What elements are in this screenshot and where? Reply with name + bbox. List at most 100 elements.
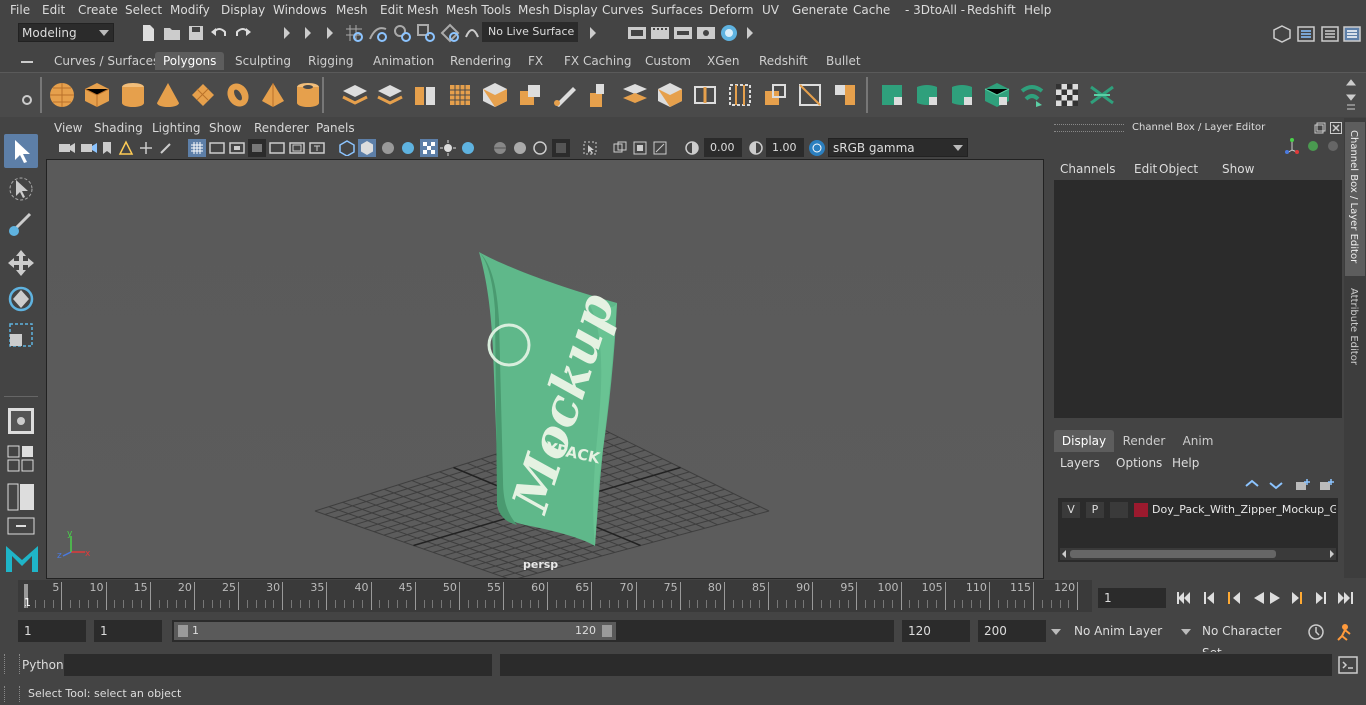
bridge-icon[interactable]: [516, 81, 544, 109]
collapse-arrow-icon[interactable]: [745, 24, 755, 42]
shelf-tab-polygons[interactable]: Polygons: [155, 52, 225, 70]
range-end-grip[interactable]: [602, 625, 612, 637]
layer-menu-options[interactable]: Options: [1116, 456, 1162, 470]
auto-key-icon[interactable]: [1306, 622, 1326, 642]
channel-box-menu-object[interactable]: Object: [1159, 162, 1198, 176]
channel-box-area[interactable]: [1054, 180, 1342, 418]
gamma-field[interactable]: 1.00: [766, 138, 804, 157]
collapse-arrow-icon[interactable]: [588, 24, 598, 42]
mode-dropdown[interactable]: Modeling: [18, 23, 114, 42]
float-panel-icon[interactable]: [1314, 122, 1326, 134]
tool-settings-toggle-icon[interactable]: [1320, 24, 1340, 44]
select-camera-icon[interactable]: [58, 140, 76, 156]
four-view-layout-icon[interactable]: [6, 444, 36, 474]
shelf-menu-icon[interactable]: [20, 56, 34, 68]
checker-icon[interactable]: [1053, 81, 1081, 109]
layer-row[interactable]: V P Doy_Pack_With_Zipper_Mockup_Green: [1060, 500, 1336, 520]
move-tool-icon[interactable]: [6, 248, 36, 278]
shelf-tab-redshift[interactable]: Redshift: [751, 52, 816, 70]
viewport-menu-view[interactable]: View: [54, 121, 82, 135]
menu-help[interactable]: Help: [1024, 3, 1051, 17]
attribute-editor-toggle-icon[interactable]: [1296, 24, 1316, 44]
use-default-material-icon[interactable]: [380, 140, 396, 156]
menu-redshift[interactable]: Redshift: [967, 3, 1016, 17]
script-language-label[interactable]: Python: [22, 658, 64, 672]
snap-grid-icon[interactable]: [344, 23, 364, 43]
shelf-tab-rendering[interactable]: Rendering: [442, 52, 519, 70]
menu-create[interactable]: Create: [78, 3, 118, 17]
menu-windows[interactable]: Windows: [273, 3, 327, 17]
range-start-grip[interactable]: [178, 625, 188, 637]
side-tab-attribute-editor[interactable]: Attribute Editor: [1345, 284, 1365, 374]
layer-playback-toggle[interactable]: P: [1086, 502, 1104, 518]
playback-end-field[interactable]: 120: [902, 620, 970, 642]
shelf-tab-curves-surfaces[interactable]: Curves / Surfaces: [46, 52, 167, 70]
side-tab-channel-box[interactable]: Channel Box / Layer Editor: [1345, 122, 1365, 276]
help-line-drag-handle[interactable]: [4, 686, 20, 702]
menu-edit[interactable]: Edit: [42, 3, 65, 17]
chevron-down-icon[interactable]: [1180, 627, 1192, 637]
layer-visibility-toggle[interactable]: V: [1062, 502, 1080, 518]
spherical-mapping-icon[interactable]: [948, 81, 976, 109]
wireframe-on-shaded-icon[interactable]: [400, 140, 416, 156]
channel-status-off-icon[interactable]: [1326, 139, 1340, 153]
range-slider-handle[interactable]: 1 120: [174, 622, 616, 640]
undo-icon[interactable]: [210, 24, 228, 42]
shelf-tab-rigging[interactable]: Rigging: [300, 52, 361, 70]
viewport-menu-renderer[interactable]: Renderer: [254, 121, 309, 135]
viewport-menu-lighting[interactable]: Lighting: [152, 121, 201, 135]
extrude-icon[interactable]: [586, 81, 614, 109]
layer-name[interactable]: Doy_Pack_With_Zipper_Mockup_Green: [1152, 502, 1336, 518]
save-scene-icon[interactable]: [187, 24, 205, 42]
image-plane-icon[interactable]: [118, 140, 134, 156]
snap-point-icon[interactable]: [392, 23, 412, 43]
poly-sphere-icon[interactable]: [48, 81, 76, 109]
redo-icon[interactable]: [234, 24, 252, 42]
step-back-key-icon[interactable]: [1228, 592, 1240, 604]
poly-cube-icon[interactable]: [83, 81, 111, 109]
color-space-dropdown[interactable]: sRGB gamma: [828, 138, 968, 157]
animation-start-field[interactable]: 1: [18, 620, 86, 642]
menu-mesh[interactable]: Mesh: [336, 3, 368, 17]
exposure-icon[interactable]: [684, 140, 700, 156]
step-forward-key-icon[interactable]: [1292, 592, 1302, 604]
new-scene-icon[interactable]: [140, 24, 156, 42]
resolution-gate-icon[interactable]: [228, 140, 246, 156]
gate-mask-button[interactable]: [248, 139, 266, 157]
graph-layout-icon[interactable]: [6, 516, 36, 536]
scroll-left-icon[interactable]: [1060, 549, 1068, 559]
go-to-start-icon[interactable]: [1177, 592, 1190, 604]
viewport-menu-show[interactable]: Show: [209, 121, 241, 135]
fill-hole-icon[interactable]: [831, 81, 859, 109]
shelf-tab-custom[interactable]: Custom: [637, 52, 699, 70]
color-management-icon[interactable]: [808, 139, 826, 157]
channel-box-toggle-icon[interactable]: [1342, 24, 1362, 44]
uv-editor-icon[interactable]: [1018, 81, 1046, 109]
poly-pipe-icon[interactable]: [294, 81, 322, 109]
field-chart-icon[interactable]: [268, 140, 286, 156]
rotate-tool-icon[interactable]: [6, 284, 36, 314]
channel-box-menu-edit[interactable]: Edit: [1134, 162, 1157, 176]
scroll-right-icon[interactable]: [1328, 549, 1336, 559]
camera-attributes-icon[interactable]: [80, 140, 98, 156]
planar-mapping-icon[interactable]: [878, 81, 906, 109]
workspace-cube-icon[interactable]: [1272, 24, 1292, 44]
live-surface-field[interactable]: No Live Surface: [482, 22, 578, 42]
shelf-settings-gear-icon[interactable]: [20, 93, 34, 107]
menu-file[interactable]: File: [10, 3, 30, 17]
bookmark-icon[interactable]: [100, 140, 114, 156]
menu-3dtoall[interactable]: - 3DtoAll -: [905, 3, 965, 17]
snap-live-icon[interactable]: [440, 23, 460, 43]
layer-menu-layers[interactable]: Layers: [1060, 456, 1100, 470]
xray-joints-icon[interactable]: [632, 140, 648, 156]
separate-icon[interactable]: [376, 81, 404, 109]
poly-torus-icon[interactable]: [224, 81, 252, 109]
channel-status-icon[interactable]: [1306, 139, 1320, 153]
menu-deform[interactable]: Deform: [709, 3, 754, 17]
menu-mesh-tools[interactable]: Mesh Tools: [446, 3, 511, 17]
render-frame-icon[interactable]: [627, 23, 647, 43]
automatic-mapping-icon[interactable]: [983, 81, 1011, 109]
two-d-pan-zoom-icon[interactable]: [138, 140, 154, 156]
layer-menu-help[interactable]: Help: [1172, 456, 1199, 470]
target-weld-icon[interactable]: [796, 81, 824, 109]
